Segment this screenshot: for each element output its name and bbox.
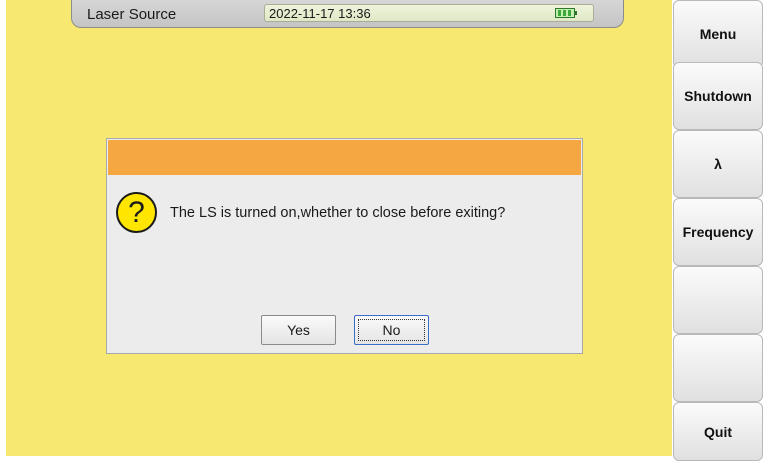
confirm-dialog: ? The LS is turned on,whether to close b…	[106, 138, 583, 354]
dialog-header	[108, 140, 581, 175]
title-bar: Laser Source 2022-11-17 13:36	[71, 0, 624, 28]
dialog-message: The LS is turned on,whether to close bef…	[170, 205, 506, 221]
app-title: Laser Source	[87, 6, 177, 23]
yes-button[interactable]: Yes	[261, 315, 336, 345]
shutdown-softkey[interactable]: Shutdown	[673, 62, 763, 130]
battery-icon	[555, 8, 577, 18]
blank-softkey-1[interactable]	[673, 266, 763, 334]
quit-softkey[interactable]: Quit	[673, 402, 763, 461]
datetime-label: 2022-11-17 13:36	[269, 6, 371, 21]
question-icon: ?	[116, 192, 157, 233]
softkey-panel: Menu Shutdown λ Frequency Quit	[673, 0, 763, 461]
blank-softkey-2[interactable]	[673, 334, 763, 402]
frequency-softkey[interactable]: Frequency	[673, 198, 763, 266]
no-button[interactable]: No	[354, 315, 429, 345]
wavelength-softkey[interactable]: λ	[673, 130, 763, 198]
status-bar: 2022-11-17 13:36	[264, 4, 594, 22]
main-screen: Laser Source 2022-11-17 13:36 ? The LS i…	[6, 0, 672, 456]
focus-ring	[358, 319, 425, 341]
menu-softkey[interactable]: Menu	[673, 0, 763, 68]
